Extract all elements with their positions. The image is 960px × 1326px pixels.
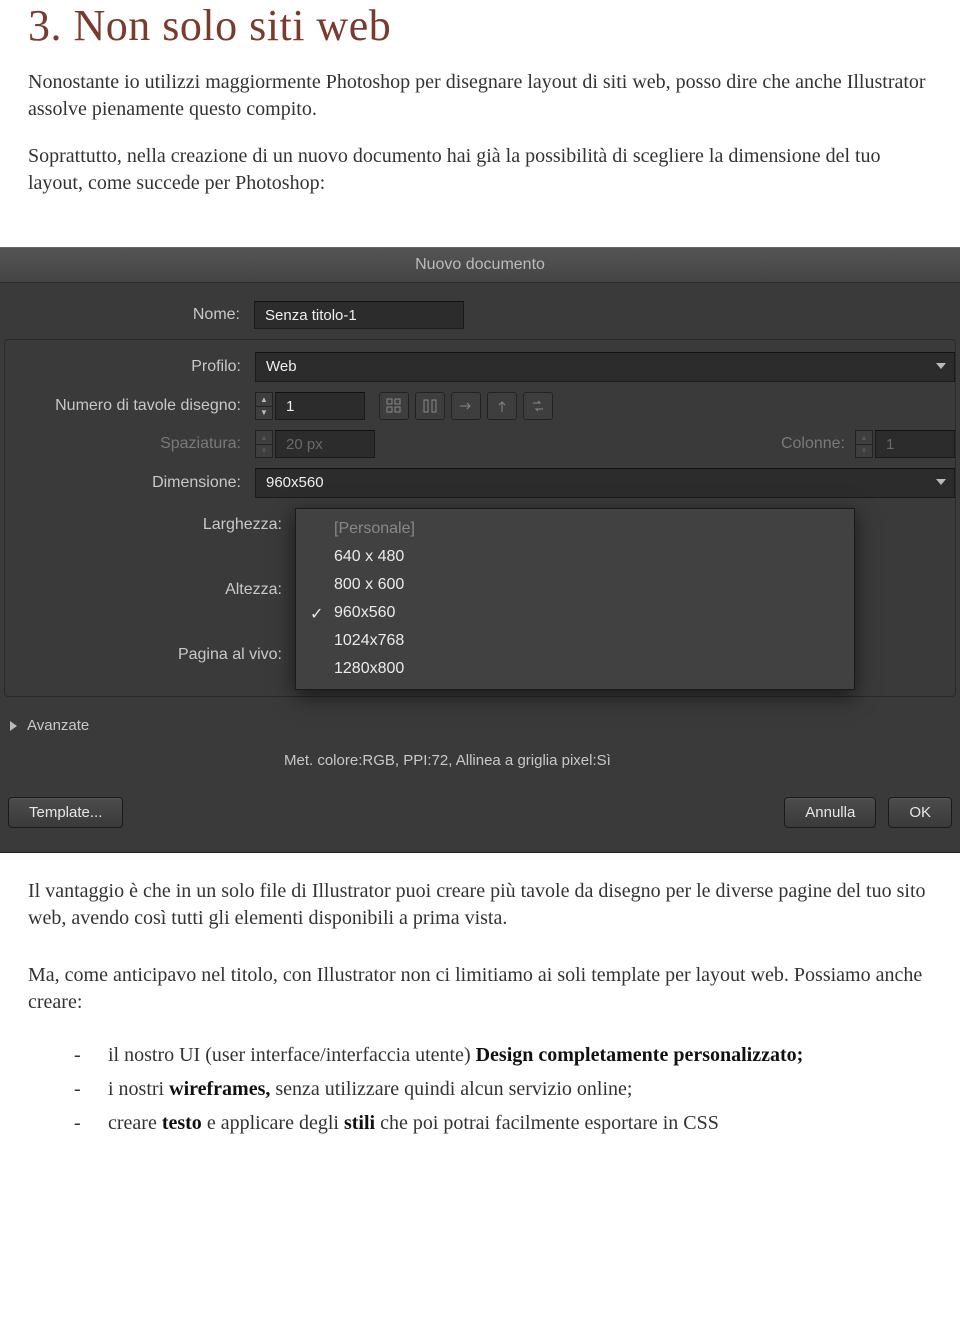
list-item: i nostri wireframes, senza utilizzare qu… xyxy=(74,1074,932,1104)
advanced-disclosure[interactable]: Avanzate xyxy=(0,707,960,738)
dimensione-select[interactable]: 960x560 xyxy=(255,468,955,498)
chevron-down-icon xyxy=(936,479,946,485)
list-item: creare testo e applicare degli stili che… xyxy=(74,1108,932,1138)
spaziatura-stepper: ▲▼ xyxy=(255,430,273,458)
num-tavole-input[interactable]: 1 xyxy=(275,392,365,420)
advanced-label: Avanzate xyxy=(27,717,89,734)
settings-group: Profilo: Web Numero di tavole disegno: ▲… xyxy=(4,339,956,697)
chevron-down-icon xyxy=(936,363,946,369)
profilo-select[interactable]: Web xyxy=(255,352,955,382)
spaziatura-input: 20 px xyxy=(275,430,375,458)
size-option-800x600[interactable]: 800 x 600 xyxy=(296,571,854,599)
size-option-960x560[interactable]: 960x560 xyxy=(296,599,854,627)
layout-row-right-icon[interactable] xyxy=(451,392,481,420)
profilo-value: Web xyxy=(266,358,297,375)
label-spaziatura: Spaziatura: xyxy=(5,435,255,453)
num-tavole-stepper[interactable]: ▲▼ xyxy=(255,392,273,420)
dialog-title: Nuovo documento xyxy=(0,248,960,283)
triangle-right-icon xyxy=(10,721,17,731)
label-dimensione: Dimensione: xyxy=(5,474,255,492)
color-meta-line: Met. colore:RGB, PPI:72, Allinea a grigl… xyxy=(284,752,960,769)
label-pagina-vivo: Pagina al vivo: xyxy=(26,639,296,670)
annulla-button[interactable]: Annulla xyxy=(784,797,876,828)
list-item: il nostro UI (user interface/interfaccia… xyxy=(74,1040,932,1070)
label-larghezza: Larghezza: xyxy=(26,509,296,540)
layout-grid-z-icon[interactable] xyxy=(379,392,409,420)
feature-list: il nostro UI (user interface/interfaccia… xyxy=(74,1040,932,1138)
label-num-tavole: Numero di tavole disegno: xyxy=(5,397,255,415)
colonne-input: 1 xyxy=(875,430,955,458)
label-nome: Nome: xyxy=(0,306,254,324)
layout-row-up-icon[interactable] xyxy=(487,392,517,420)
layout-flip-icon[interactable] xyxy=(523,392,553,420)
size-option-personale[interactable]: [Personale] xyxy=(296,515,854,543)
template-button[interactable]: Template... xyxy=(8,797,123,828)
intro-paragraph-2: Soprattutto, nella creazione di un nuovo… xyxy=(28,143,932,197)
after-paragraph-2: Ma, come anticipavo nel titolo, con Illu… xyxy=(28,962,932,1016)
label-profilo: Profilo: xyxy=(5,358,255,376)
dimensione-dropdown-panel: Larghezza: Altezza: Pagina al vivo: [Per… xyxy=(295,508,855,690)
label-altezza: Altezza: xyxy=(26,574,296,605)
intro-paragraph-1: Nonostante io utilizzi maggiormente Phot… xyxy=(28,69,932,123)
size-option-1024x768[interactable]: 1024x768 xyxy=(296,627,854,655)
dimensione-value: 960x560 xyxy=(266,474,324,491)
colonne-stepper: ▲▼ xyxy=(855,430,873,458)
layout-grid-n-icon[interactable] xyxy=(415,392,445,420)
section-heading: 3. Non solo siti web xyxy=(28,0,932,51)
after-paragraph-1: Il vantaggio è che in un solo file di Il… xyxy=(28,878,932,932)
nome-input[interactable]: Senza titolo-1 xyxy=(254,301,464,329)
ok-button[interactable]: OK xyxy=(888,797,952,828)
size-option-640x480[interactable]: 640 x 480 xyxy=(296,543,854,571)
new-document-dialog: Nuovo documento Nome: Senza titolo-1 Pro… xyxy=(0,247,960,853)
label-colonne: Colonne: xyxy=(781,435,855,453)
size-option-1280x800[interactable]: 1280x800 xyxy=(296,655,854,683)
